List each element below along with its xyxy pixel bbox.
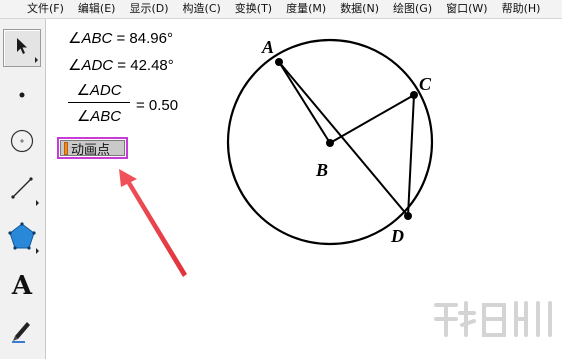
menu-window[interactable]: 窗口(W) [439, 0, 494, 18]
menu-file[interactable]: 文件(F) [0, 0, 71, 18]
menu-graph[interactable]: 绘图(G) [386, 0, 439, 18]
toolbox: A [0, 19, 46, 359]
annotation-arrow [119, 169, 187, 277]
marker-pen-icon [9, 317, 35, 348]
straightedge-line-icon [9, 175, 35, 206]
polygon-icon [7, 221, 37, 256]
label-c[interactable]: C [419, 74, 432, 94]
label-b[interactable]: B [315, 160, 328, 180]
menu-measure[interactable]: 度量(M) [279, 0, 333, 18]
menu-help[interactable]: 帮助(H) [495, 0, 548, 18]
segment-bc[interactable] [329, 94, 415, 144]
menu-construct[interactable]: 构造(C) [176, 0, 228, 18]
menu-edit[interactable]: 编辑(E) [71, 0, 123, 18]
watermark-logo [434, 301, 552, 337]
tool-polygon[interactable] [3, 219, 41, 257]
point-b[interactable] [326, 139, 334, 147]
label-d[interactable]: D [390, 226, 404, 246]
tool-select-arrow[interactable] [3, 29, 41, 67]
point-icon [17, 87, 27, 105]
menu-display[interactable]: 显示(D) [122, 0, 175, 18]
tool-compass[interactable] [3, 124, 41, 162]
more-tools-indicator [36, 200, 39, 206]
segment-cd[interactable] [407, 94, 415, 217]
point-c[interactable] [410, 91, 418, 99]
tool-text[interactable]: A [3, 267, 41, 305]
segment-ab[interactable] [278, 61, 331, 144]
tool-marker[interactable] [3, 313, 41, 351]
more-tools-indicator [36, 248, 39, 254]
label-a[interactable]: A [261, 37, 274, 57]
point-a[interactable] [275, 58, 283, 66]
point-d[interactable] [404, 212, 412, 220]
arrow-select-icon [12, 36, 32, 61]
menu-data[interactable]: 数据(N) [333, 0, 386, 18]
text-tool-icon: A [11, 271, 33, 301]
tool-straightedge[interactable] [3, 171, 41, 209]
menu-bar: 文件(F) 编辑(E) 显示(D) 构造(C) 变换(T) 度量(M) 数据(N… [0, 0, 562, 19]
compass-circle-icon [9, 128, 35, 159]
more-tools-indicator [35, 57, 38, 63]
menu-transform[interactable]: 变换(T) [228, 0, 279, 18]
segment-ad[interactable] [278, 61, 409, 217]
tool-point[interactable] [3, 77, 41, 115]
